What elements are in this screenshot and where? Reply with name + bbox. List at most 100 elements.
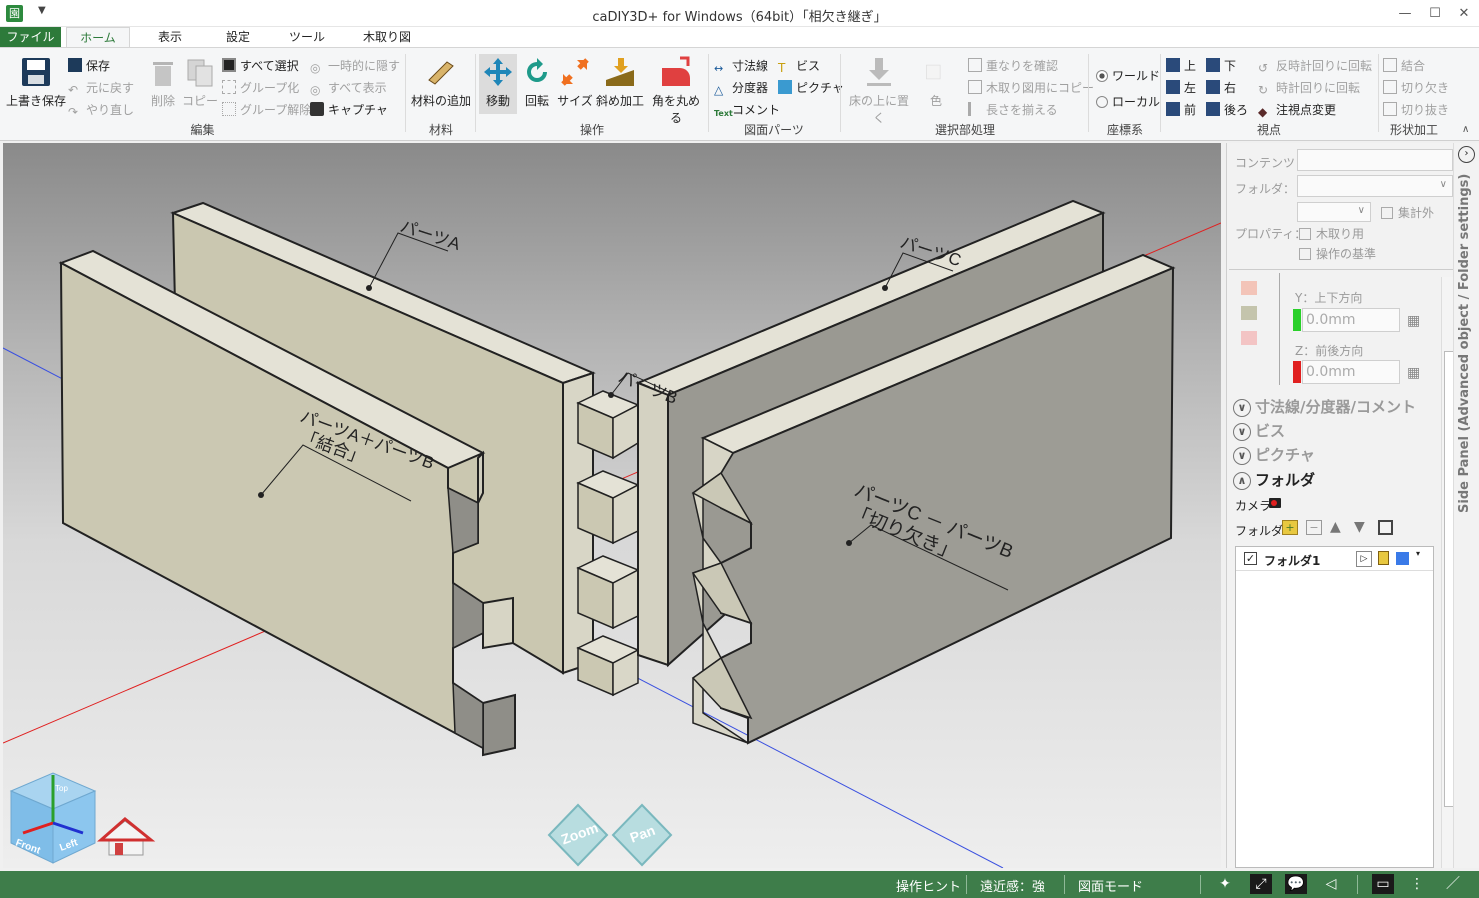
color-button[interactable]: 色: [922, 54, 950, 114]
rotate-cw-button[interactable]: ↻ 時計回りに回転: [1258, 78, 1360, 98]
view-top-button[interactable]: 上: [1166, 56, 1196, 76]
dimension-line-button[interactable]: ↔ 寸法線: [714, 56, 768, 76]
side-panel-vertical-tab[interactable]: › Side Panel (Advanced object / Folder s…: [1453, 143, 1479, 868]
place-on-floor-button[interactable]: 床の上に置く: [845, 54, 913, 125]
redo-button[interactable]: ↷ やり直し: [68, 100, 134, 120]
view-left-button[interactable]: 左: [1166, 78, 1196, 98]
section-folder[interactable]: ∧ フォルダ: [1233, 469, 1315, 491]
hide-temporarily-button[interactable]: ◎ 一時的に隠す: [310, 56, 400, 76]
protractor-button[interactable]: △ 分度器: [714, 78, 768, 98]
move-button[interactable]: 移動: [479, 54, 517, 114]
side-panel-toggle-icon[interactable]: ›: [1458, 146, 1475, 163]
join-button[interactable]: 結合: [1383, 56, 1425, 76]
add-material-button[interactable]: 材料の追加: [410, 54, 472, 114]
group-icon: [222, 80, 236, 94]
change-focus-button[interactable]: ◆ 注視点変更: [1258, 100, 1336, 120]
notch-button[interactable]: 切り欠き: [1383, 78, 1449, 98]
camera-record-icon[interactable]: [1269, 498, 1281, 508]
picture-button[interactable]: ピクチャ: [778, 78, 844, 98]
play-icon[interactable]: ▷: [1356, 551, 1372, 567]
ribbon-collapse-icon[interactable]: ∧: [1462, 124, 1469, 135]
remove-folder-icon[interactable]: −: [1306, 520, 1322, 535]
bevel-button[interactable]: 斜め加工: [595, 54, 645, 114]
tab-home[interactable]: ホーム: [66, 27, 130, 47]
animation-icon[interactable]: ◁: [1320, 874, 1342, 894]
tab-view[interactable]: 表示: [148, 27, 192, 47]
color-dropdown-icon[interactable]: ▾: [1416, 549, 1420, 558]
minimize-button[interactable]: —: [1390, 0, 1420, 27]
cutout-button[interactable]: 切り抜き: [1383, 100, 1449, 120]
group-button[interactable]: グループ化: [222, 78, 299, 98]
notebook-icon[interactable]: ▭: [1372, 874, 1394, 894]
lock-icon[interactable]: [1378, 551, 1389, 565]
ruler-icon[interactable]: ／: [1442, 874, 1464, 894]
view-back-button[interactable]: 後ろ: [1206, 100, 1248, 120]
check-overlap-button[interactable]: 重なりを確認: [968, 56, 1058, 76]
align-length-button[interactable]: 長さを揃える: [968, 100, 1058, 120]
screw-button[interactable]: T ビス: [778, 56, 820, 76]
section-screw[interactable]: ∨ ビス: [1233, 420, 1285, 442]
down-arrow-icon: [867, 58, 891, 86]
add-folder-icon[interactable]: +: [1282, 520, 1298, 535]
show-all-button[interactable]: ◎ すべて表示: [310, 78, 387, 98]
undo-button[interactable]: ↶ 元に戻す: [68, 78, 134, 98]
tab-file[interactable]: ファイル: [0, 27, 61, 47]
rotate-icon: [527, 58, 547, 82]
calculator-icon[interactable]: ▦: [1407, 365, 1420, 381]
select-all-button[interactable]: すべて選択: [222, 56, 299, 76]
move-up-icon[interactable]: ▲: [1330, 519, 1341, 535]
folder-list-item[interactable]: ✓ フォルダ1 ▷ ▾: [1236, 547, 1433, 571]
home-view-icon[interactable]: [97, 817, 156, 856]
tab-settings[interactable]: 設定: [216, 27, 260, 47]
3d-viewport[interactable]: パーツA パーツB パーツC パーツA＋パーツB 「結合」 パーツC － パーツ…: [3, 143, 1221, 868]
capture-button[interactable]: キャプチャ: [310, 100, 388, 120]
folder-select[interactable]: ∨: [1297, 175, 1453, 197]
operation-hint[interactable]: 操作ヒント: [896, 876, 961, 895]
speech-bubble-icon[interactable]: 💬: [1285, 874, 1307, 894]
footsteps-icon[interactable]: ⋮: [1406, 874, 1428, 894]
local-coords-radio[interactable]: ローカル: [1096, 92, 1160, 112]
calculator-icon[interactable]: ▦: [1407, 313, 1420, 329]
aggregate-exclude-checkbox[interactable]: 集計外: [1381, 204, 1434, 221]
lightbulb-icon[interactable]: ✦: [1214, 874, 1236, 894]
delete-button[interactable]: 削除: [144, 54, 182, 114]
view-bottom-button[interactable]: 下: [1206, 56, 1236, 76]
section-dimension[interactable]: ∨ 寸法線/分度器/コメント: [1233, 396, 1416, 418]
copy-for-cutting-button[interactable]: 木取り図用にコピー: [968, 78, 1094, 98]
maximize-button[interactable]: ☐: [1420, 0, 1450, 27]
ungroup-button[interactable]: グループ解除: [222, 100, 311, 120]
y-value-input[interactable]: 0.0mm: [1302, 308, 1400, 332]
save-button[interactable]: 保存: [68, 56, 110, 76]
round-corners-button[interactable]: 角を丸める: [647, 54, 705, 125]
overwrite-save-button[interactable]: 上書き保存: [6, 54, 66, 114]
section-picture[interactable]: ∨ ピクチャ: [1233, 444, 1315, 466]
for-cutting-checkbox[interactable]: 木取り用: [1299, 225, 1364, 242]
contents-field[interactable]: [1297, 149, 1453, 171]
rotate-button[interactable]: 回転: [519, 54, 555, 114]
size-button[interactable]: サイズ: [556, 54, 594, 114]
folder-visible-checkbox[interactable]: ✓: [1244, 552, 1257, 565]
tab-cutting-diagram[interactable]: 木取り図: [355, 27, 419, 47]
drawing-mode-status[interactable]: 図面モード: [1078, 876, 1143, 895]
view-front-button[interactable]: 前: [1166, 100, 1196, 120]
duplicate-folder-icon[interactable]: [1378, 520, 1393, 535]
close-button[interactable]: ✕: [1449, 0, 1479, 27]
group-label-edit: 編集: [190, 123, 215, 137]
property-select[interactable]: ∨: [1297, 202, 1371, 222]
perspective-status[interactable]: 遠近感：強: [980, 876, 1045, 895]
copy-button[interactable]: コピー: [182, 54, 218, 114]
lumber-icon: [428, 61, 454, 85]
comment-button[interactable]: Textコメント: [714, 100, 780, 120]
rotate-ccw-button[interactable]: ↺ 反時計回りに回転: [1258, 56, 1372, 76]
z-value-input[interactable]: 0.0mm: [1302, 360, 1400, 384]
tab-tools[interactable]: ツール: [285, 27, 329, 47]
navigation-cube[interactable]: Front Left Top: [9, 772, 97, 864]
pan-control[interactable]: Pan: [611, 803, 673, 867]
measure-icon[interactable]: ⤢: [1250, 874, 1272, 894]
zoom-control[interactable]: Zoom: [547, 803, 609, 867]
view-right-button[interactable]: 右: [1206, 78, 1236, 98]
folder-color-swatch[interactable]: [1396, 552, 1409, 565]
world-coords-radio[interactable]: ワールド: [1096, 66, 1160, 86]
move-down-icon[interactable]: ▼: [1354, 519, 1365, 535]
op-reference-checkbox[interactable]: 操作の基準: [1299, 245, 1376, 262]
